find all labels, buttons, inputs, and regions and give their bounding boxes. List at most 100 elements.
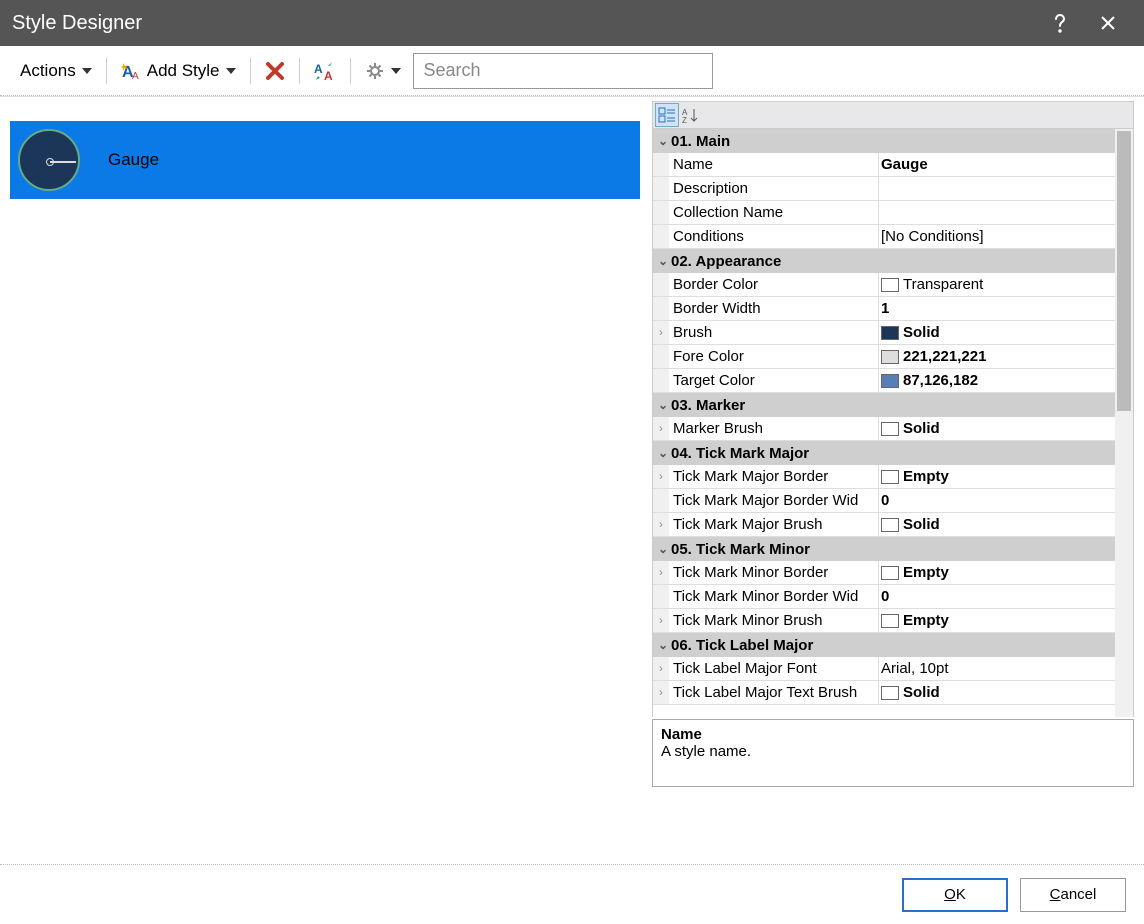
property-value[interactable]: 0 [879, 489, 1115, 512]
property-value[interactable]: 87,126,182 [879, 369, 1115, 392]
property-row[interactable]: ›Tick Label Major Text Brush Solid [653, 681, 1115, 705]
property-row[interactable]: Fore Color 221,221,221 [653, 345, 1115, 369]
category-header[interactable]: ⌄06. Tick Label Major [653, 633, 1115, 657]
property-name: Fore Color [669, 345, 879, 368]
property-name: Name [669, 153, 879, 176]
close-icon[interactable] [1084, 0, 1132, 46]
property-row[interactable]: ›Tick Mark Major BorderEmpty [653, 465, 1115, 489]
actions-label: Actions [20, 61, 76, 81]
property-name: Description [669, 177, 879, 200]
expand-icon[interactable]: › [653, 321, 669, 344]
property-row[interactable]: ›Tick Mark Minor BrushEmpty [653, 609, 1115, 633]
property-value[interactable]: 221,221,221 [879, 345, 1115, 368]
expand-icon [653, 273, 669, 296]
property-row[interactable]: ›Marker BrushSolid [653, 417, 1115, 441]
property-name: Border Color [669, 273, 879, 296]
expand-icon[interactable]: › [653, 417, 669, 440]
expand-icon [653, 201, 669, 224]
color-swatch [881, 278, 899, 292]
property-value-text: 221,221,221 [903, 348, 986, 365]
duplicate-style-button[interactable]: A A [308, 54, 342, 88]
property-value[interactable]: Solid [879, 513, 1115, 536]
color-swatch [881, 422, 899, 436]
property-row[interactable]: Conditions[No Conditions] [653, 225, 1115, 249]
cancel-button[interactable]: Cancel [1020, 878, 1126, 912]
property-name: Conditions [669, 225, 879, 248]
expand-icon[interactable]: › [653, 465, 669, 488]
property-help-panel: Name A style name. [652, 719, 1134, 787]
categorized-view-button[interactable] [655, 103, 679, 127]
property-name: Tick Label Major Text Brush [669, 681, 879, 704]
category-header[interactable]: ⌄01. Main [653, 129, 1115, 153]
property-value[interactable]: 1 [879, 297, 1115, 320]
category-header[interactable]: ⌄04. Tick Mark Major [653, 441, 1115, 465]
property-row[interactable]: ›BrushSolid [653, 321, 1115, 345]
category-label: 04. Tick Mark Major [671, 445, 809, 462]
scrollbar-thumb[interactable] [1117, 131, 1131, 411]
help-icon[interactable] [1036, 0, 1084, 46]
property-row[interactable]: Target Color87,126,182 [653, 369, 1115, 393]
remove-style-button[interactable] [259, 54, 291, 88]
category-header[interactable]: ⌄03. Marker [653, 393, 1115, 417]
property-row[interactable]: Description [653, 177, 1115, 201]
expand-icon[interactable]: › [653, 609, 669, 632]
separator [299, 58, 300, 84]
add-style-menu[interactable]: A A Add Style [115, 54, 242, 88]
property-value[interactable]: Empty [879, 465, 1115, 488]
property-name: Tick Label Major Font [669, 657, 879, 680]
property-value[interactable]: Solid [879, 681, 1115, 704]
category-label: 02. Appearance [671, 253, 781, 270]
property-row[interactable]: Collection Name [653, 201, 1115, 225]
svg-text:Z: Z [682, 116, 687, 123]
property-value[interactable]: Empty [879, 561, 1115, 584]
property-value[interactable]: Solid [879, 417, 1115, 440]
category-label: 01. Main [671, 133, 730, 150]
settings-menu[interactable] [359, 54, 407, 88]
expand-icon[interactable]: › [653, 657, 669, 680]
property-row[interactable]: Tick Mark Minor Border Wid0 [653, 585, 1115, 609]
chevron-down-icon: ⌄ [655, 446, 671, 460]
color-swatch [881, 350, 899, 364]
ok-button[interactable]: OK [902, 878, 1008, 912]
help-title: Name [661, 726, 1125, 743]
property-value-text: Solid [903, 684, 940, 701]
chevron-down-icon: ⌄ [655, 542, 671, 556]
property-row[interactable]: Tick Mark Major Border Wid0 [653, 489, 1115, 513]
category-header[interactable]: ⌄02. Appearance [653, 249, 1115, 273]
property-row[interactable]: ›Tick Label Major FontArial, 10pt [653, 657, 1115, 681]
search-input[interactable]: Search [413, 53, 713, 89]
property-value[interactable]: [No Conditions] [879, 225, 1115, 248]
property-name: Tick Mark Minor Border Wid [669, 585, 879, 608]
actions-menu[interactable]: Actions [14, 54, 98, 88]
expand-icon[interactable]: › [653, 513, 669, 536]
property-row[interactable]: ›Tick Mark Minor BorderEmpty [653, 561, 1115, 585]
gear-icon [365, 61, 385, 81]
alphabetical-view-button[interactable]: AZ [680, 103, 704, 127]
property-grid[interactable]: ⌄01. MainNameGaugeDescriptionCollection … [653, 129, 1115, 717]
expand-icon [653, 297, 669, 320]
expand-icon[interactable]: › [653, 681, 669, 704]
property-value[interactable]: Gauge [879, 153, 1115, 176]
property-value[interactable]: 0 [879, 585, 1115, 608]
property-value-text: Solid [903, 516, 940, 533]
property-value[interactable]: Arial, 10pt [879, 657, 1115, 680]
property-value[interactable] [879, 177, 1115, 200]
style-card-label: Gauge [108, 150, 159, 170]
add-style-icon: A A [121, 61, 143, 81]
property-value-text: Transparent [903, 276, 983, 293]
scrollbar[interactable] [1115, 129, 1133, 717]
property-row[interactable]: Border Color Transparent [653, 273, 1115, 297]
category-header[interactable]: ⌄05. Tick Mark Minor [653, 537, 1115, 561]
property-value[interactable] [879, 201, 1115, 224]
property-row[interactable]: NameGauge [653, 153, 1115, 177]
property-row[interactable]: Border Width1 [653, 297, 1115, 321]
property-row[interactable]: ›Tick Mark Major BrushSolid [653, 513, 1115, 537]
chevron-down-icon: ⌄ [655, 638, 671, 652]
property-value[interactable]: Empty [879, 609, 1115, 632]
property-value[interactable]: Solid [879, 321, 1115, 344]
style-card-gauge[interactable]: Gauge [10, 121, 640, 199]
property-value[interactable]: Transparent [879, 273, 1115, 296]
expand-icon[interactable]: › [653, 561, 669, 584]
chevron-down-icon: ⌄ [655, 398, 671, 412]
property-value-text: Arial, 10pt [881, 660, 949, 677]
